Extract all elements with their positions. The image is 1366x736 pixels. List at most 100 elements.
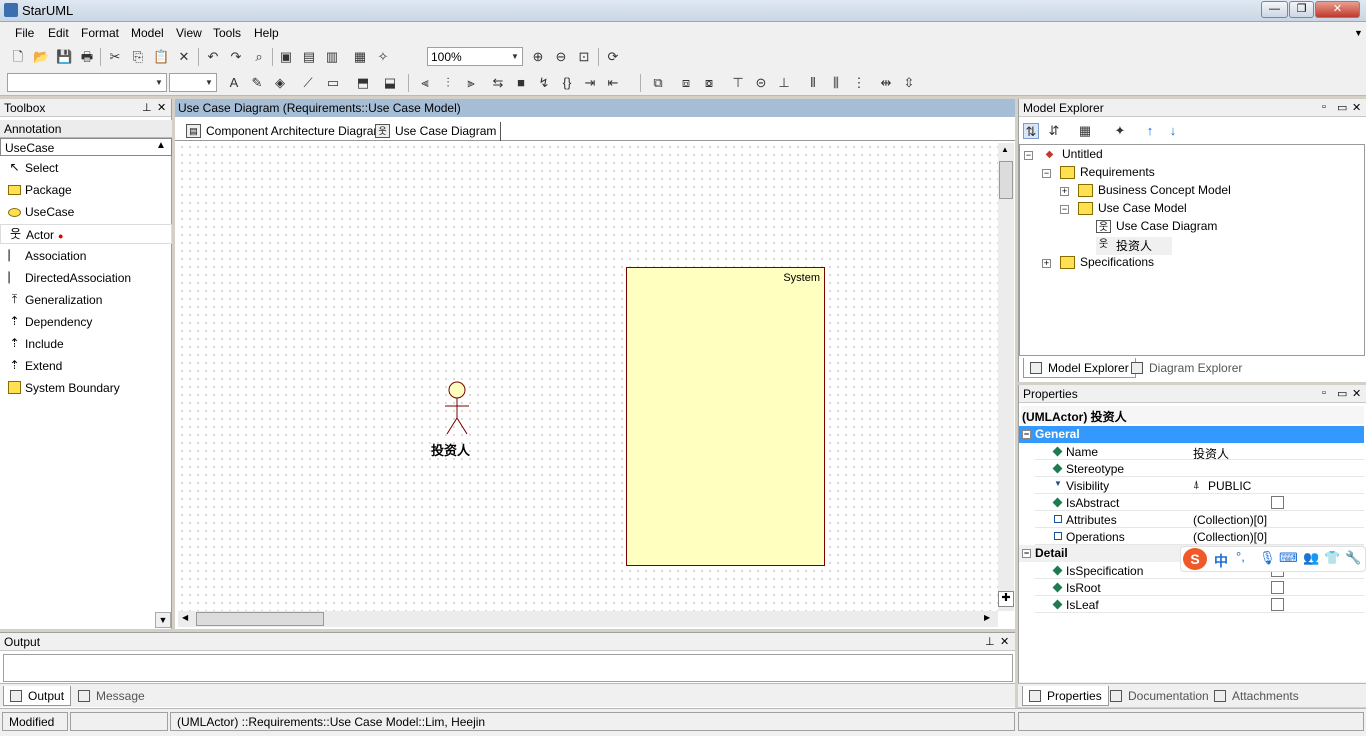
tab-message[interactable]: Message bbox=[72, 686, 151, 706]
align-middle-icon[interactable]: ⊝ bbox=[753, 75, 769, 91]
space-v-icon[interactable]: ⫼ bbox=[828, 75, 844, 91]
keyboard-icon[interactable]: ⌨ bbox=[1279, 550, 1298, 566]
magic-wand-icon[interactable]: ✧ bbox=[375, 49, 391, 65]
font-icon[interactable]: A bbox=[226, 75, 242, 91]
maximize-icon[interactable]: ▭ bbox=[1337, 387, 1347, 400]
tool-usecase[interactable]: UseCase bbox=[4, 202, 170, 222]
group-icon[interactable]: ⧉ bbox=[650, 75, 666, 91]
delete-icon[interactable]: ✕ bbox=[176, 49, 192, 65]
menu-edit[interactable]: Edit bbox=[48, 26, 69, 40]
scroll-right-icon[interactable]: ▶ bbox=[984, 613, 990, 622]
tool-package[interactable]: Package bbox=[4, 180, 170, 200]
scroll-left-icon[interactable]: ◀ bbox=[182, 613, 188, 622]
tab-component-architecture-diagram[interactable]: ▤ Component Architecture Diagram bbox=[180, 122, 387, 141]
size-v-icon[interactable]: ⇳ bbox=[901, 75, 917, 91]
maximize-icon[interactable]: ▭ bbox=[1337, 101, 1347, 114]
actor-name[interactable]: 投资人 bbox=[431, 440, 470, 459]
close-icon[interactable]: ✕ bbox=[157, 101, 166, 114]
tool-dependency[interactable]: ⇡ Dependency bbox=[4, 312, 170, 332]
menu-help[interactable]: Help bbox=[254, 26, 279, 40]
prop-row-isabstract[interactable]: IsAbstract bbox=[1035, 494, 1364, 511]
tab-output[interactable]: Output bbox=[3, 686, 72, 706]
category-annotation[interactable]: Annotation bbox=[0, 120, 172, 138]
tree-node-untitled[interactable]: ◆ Untitled bbox=[1042, 147, 1103, 165]
tree-node-actor[interactable]: 웃 投资人 bbox=[1096, 237, 1172, 255]
paste-format-icon[interactable]: ⧇ bbox=[701, 75, 717, 91]
scrollbar-thumb[interactable] bbox=[196, 612, 324, 626]
menu-model[interactable]: Model bbox=[131, 26, 164, 40]
tool-association[interactable]: ⎸ Association bbox=[4, 246, 170, 266]
align-bottom-icon[interactable]: ⊥ bbox=[776, 75, 792, 91]
undo-icon[interactable]: ↶ bbox=[205, 49, 221, 65]
collapse-icon[interactable]: − bbox=[1060, 205, 1069, 214]
isroot-checkbox[interactable] bbox=[1271, 581, 1284, 594]
cut-icon[interactable]: ✂ bbox=[107, 49, 123, 65]
tool-directed-association[interactable]: ⎸ DirectedAssociation bbox=[4, 268, 170, 288]
tree-node-specifications[interactable]: Specifications bbox=[1060, 255, 1154, 273]
close-button[interactable]: ✕ bbox=[1315, 1, 1360, 18]
tab-diagram-explorer[interactable]: Diagram Explorer bbox=[1125, 358, 1248, 378]
collapse-icon[interactable]: − bbox=[1024, 151, 1033, 160]
bring-front-icon[interactable]: ⬒ bbox=[355, 75, 371, 91]
size-h-icon[interactable]: ⇹ bbox=[878, 75, 894, 91]
punctuation-icon[interactable]: °, bbox=[1236, 549, 1245, 564]
output-text-area[interactable] bbox=[3, 654, 1013, 682]
pin-icon[interactable]: ⊥ bbox=[985, 635, 995, 648]
arrange-icon[interactable]: ▭ bbox=[325, 75, 341, 91]
prop-row-visibility[interactable]: ▼ Visibility ⍋ PUBLIC bbox=[1035, 477, 1364, 494]
menu-format[interactable]: Format bbox=[81, 26, 119, 40]
font-select[interactable]: ▼ bbox=[7, 73, 167, 92]
compress-icon[interactable]: ⇥ bbox=[582, 75, 598, 91]
wrench-icon[interactable]: 🔧 bbox=[1345, 550, 1361, 566]
maximize-button[interactable]: ❐ bbox=[1289, 1, 1314, 18]
minimize-button[interactable]: — bbox=[1261, 1, 1288, 18]
isabstract-checkbox[interactable] bbox=[1271, 496, 1284, 509]
fill-color-icon[interactable]: ◈ bbox=[272, 75, 288, 91]
line-color-icon[interactable]: ✎ bbox=[249, 75, 265, 91]
expand-icon[interactable]: + bbox=[1042, 259, 1051, 268]
restore-icon[interactable]: ▫ bbox=[1322, 387, 1326, 399]
tool-extend[interactable]: ⇡ Extend bbox=[4, 356, 170, 376]
move-up-icon[interactable]: ↑ bbox=[1142, 123, 1158, 139]
save-icon[interactable]: 💾 bbox=[56, 49, 72, 65]
refresh-icon[interactable]: ⟳ bbox=[605, 49, 621, 65]
diagram-zoom-icon[interactable]: ▤ bbox=[301, 49, 317, 65]
restore-icon[interactable]: ▫ bbox=[1322, 101, 1326, 113]
prop-row-operations[interactable]: Operations (Collection)[0] bbox=[1035, 528, 1364, 545]
align-top-icon[interactable]: ⊤ bbox=[730, 75, 746, 91]
tree-node-use-case-model[interactable]: Use Case Model bbox=[1078, 201, 1187, 219]
distribute-icon[interactable]: ⋮ bbox=[851, 75, 867, 91]
diagram-icon[interactable]: ▣ bbox=[278, 49, 294, 65]
section-general[interactable]: − General bbox=[1019, 426, 1364, 443]
redo-icon[interactable]: ↷ bbox=[228, 49, 244, 65]
flip-icon[interactable]: ⇆ bbox=[490, 75, 506, 91]
align-center-icon[interactable]: ⫶ bbox=[440, 75, 456, 91]
align-right-icon[interactable]: ⫸ bbox=[463, 75, 479, 91]
box-icon[interactable]: ■ bbox=[513, 75, 529, 91]
tool-actor[interactable]: 웃 Actor ● bbox=[0, 224, 172, 244]
menu-tools[interactable]: Tools bbox=[213, 26, 241, 40]
zoom-out-icon[interactable]: ⊖ bbox=[553, 49, 569, 65]
microphone-icon[interactable]: 🎙 bbox=[1259, 550, 1276, 566]
system-boundary[interactable]: System bbox=[626, 267, 825, 566]
tab-properties[interactable]: Properties bbox=[1022, 686, 1109, 706]
tree-node-use-case-diagram[interactable]: 웃 Use Case Diagram bbox=[1096, 219, 1217, 237]
filter-icon[interactable]: ✦ bbox=[1112, 123, 1128, 139]
sort-desc-icon[interactable]: ⇵ bbox=[1046, 123, 1062, 139]
vertical-scrollbar[interactable]: ▲ ✚ bbox=[998, 143, 1014, 611]
prop-row-stereotype[interactable]: Stereotype bbox=[1035, 460, 1364, 477]
prop-row-name[interactable]: Name 投资人 bbox=[1035, 443, 1364, 461]
sogou-logo-icon[interactable]: S bbox=[1183, 548, 1207, 570]
font-size-select[interactable]: ▼ bbox=[169, 73, 217, 92]
close-icon[interactable]: ✕ bbox=[1352, 387, 1361, 400]
menu-view[interactable]: View bbox=[176, 26, 202, 40]
skin-icon[interactable]: 👕 bbox=[1324, 550, 1340, 566]
zoom-select[interactable]: 100% ▼ bbox=[427, 47, 523, 66]
tree-node-requirements[interactable]: Requirements bbox=[1060, 165, 1155, 183]
new-file-icon[interactable]: 🗋 bbox=[10, 49, 26, 65]
diagram-canvas[interactable]: System 投资人 bbox=[178, 143, 1000, 611]
tree-node-business-concept-model[interactable]: Business Concept Model bbox=[1078, 183, 1231, 201]
tool-system-boundary[interactable]: System Boundary bbox=[4, 378, 170, 398]
scroll-down-icon[interactable]: ▼ bbox=[155, 612, 171, 628]
tool-select[interactable]: ↖ Select bbox=[4, 158, 170, 178]
